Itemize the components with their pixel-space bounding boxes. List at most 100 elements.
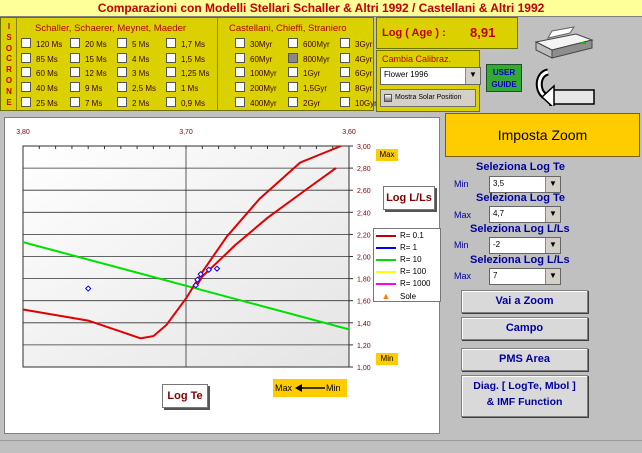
isochrone-checkbox-schaller[interactable]: 2 Ms [117,97,149,109]
checkbox-box[interactable] [166,67,176,77]
user-guide-button[interactable]: USER GUIDE [486,64,522,92]
isochrone-checkbox-castellani[interactable]: 1,5Gyr [288,82,327,94]
isochrone-checkbox-castellani[interactable]: 6Gyr [340,67,372,79]
return-arrow-icon[interactable] [532,66,596,110]
checkbox-box[interactable] [21,53,31,63]
checkbox-box[interactable] [117,97,127,107]
pms-area-button[interactable]: PMS Area [461,348,588,371]
schaller-group-title: Schaller, Schaerer, Meynet, Maeder [35,23,187,34]
calibration-select[interactable]: Flower 1996 ▼ [380,67,481,85]
checkbox-box[interactable] [166,97,176,107]
isochrone-checkbox-castellani[interactable]: 8Gyr [340,82,372,94]
isochrone-checkbox-schaller[interactable]: 4 Ms [117,53,149,65]
checkbox-box[interactable] [235,38,245,48]
select-log-l-label-2: Seleziona Log L/Ls [470,254,570,266]
checkbox-box[interactable] [70,38,80,48]
castellani-group-title: Castellani, Chieffi, Straniero [229,23,347,34]
isochrone-checkbox-schaller[interactable]: 120 Ms [21,38,62,50]
checkbox-box[interactable] [288,97,298,107]
checkbox-box[interactable] [21,67,31,77]
checkbox-box[interactable] [340,38,350,48]
isochrone-checkbox-schaller[interactable]: 3 Ms [117,67,149,79]
isochrone-checkbox-schaller[interactable]: 15 Ms [70,53,107,65]
isochrone-checkbox-schaller[interactable]: 60 Ms [21,67,58,79]
isochrone-checkbox-castellani[interactable]: 4Gyr [340,53,372,65]
isochrone-checkbox-castellani[interactable]: 30Myr [235,38,272,50]
checkbox-box[interactable] [117,67,127,77]
checkbox-box[interactable] [235,97,245,107]
isochrone-checkbox-schaller[interactable]: 0,9 Ms [166,97,205,109]
checkbox-box[interactable] [70,97,80,107]
checkbox-box[interactable] [70,53,80,63]
checkbox-box[interactable] [288,67,298,77]
isochrone-checkbox-castellani[interactable]: 800Myr [288,53,330,65]
isocrone-letter: S [6,32,12,42]
isochrone-checkbox-castellani[interactable]: 60Myr [235,53,272,65]
isochrone-checkbox-castellani[interactable]: 10Gyr [340,97,377,109]
checkbox-box[interactable] [166,38,176,48]
checkbox-box[interactable] [235,67,245,77]
legend-label: R= 1000 [400,279,431,288]
printer-icon[interactable] [530,24,596,64]
isochrone-checkbox-castellani[interactable]: 1Gyr [288,67,320,79]
go-to-zoom-button[interactable]: Vai a Zoom [461,290,588,313]
checkbox-box[interactable] [235,53,245,63]
isocrone-vertical-label: ISOCRONE [1,18,17,110]
campo-button[interactable]: Campo [461,317,588,340]
te-max-value: 4,7 [493,209,505,218]
isochrone-checkbox-castellani[interactable]: 400Myr [235,97,277,109]
checkbox-box[interactable] [340,53,350,63]
checkbox-box[interactable] [117,38,127,48]
isochrone-checkbox-schaller[interactable]: 1,7 Ms [166,38,205,50]
checkbox-box[interactable] [235,82,245,92]
chevron-down-icon: ▼ [545,177,560,192]
isochrone-checkbox-castellani[interactable]: 3Gyr [340,38,372,50]
isochrone-checkbox-schaller[interactable]: 85 Ms [21,53,58,65]
isochrone-checkbox-schaller[interactable]: 2,5 Ms [117,82,156,94]
select-log-te-label-2: Seleziona Log Te [476,192,566,204]
ll-max-select[interactable]: 7 ▼ [489,268,561,285]
checkbox-box[interactable] [70,67,80,77]
checkbox-box[interactable] [21,97,31,107]
isochrone-checkbox-schaller[interactable]: 1,25 Ms [166,67,209,79]
te-max-select[interactable]: 4,7 ▼ [489,206,561,223]
isochrone-checkbox-schaller[interactable]: 12 Ms [70,67,107,79]
hr-diagram-chart: 3,00 2,80 2,60 2,40 2,20 2,00 1,80 1,60 1,40 1,20… [4,117,441,434]
te-min-select[interactable]: 3,5 ▼ [489,176,561,193]
isochrone-checkbox-schaller[interactable]: 7 Ms [70,97,102,109]
checkbox-label: 6Gyr [355,69,373,78]
checkbox-label: 20 Ms [85,40,107,49]
isochrone-checkbox-castellani[interactable]: 100Myr [235,67,277,79]
ll-min-select[interactable]: -2 ▼ [489,237,561,254]
user-guide-label: USER GUIDE [491,68,517,89]
legend-entry: R= 100 [376,266,426,278]
isochrone-checkbox-schaller[interactable]: 40 Ms [21,82,58,94]
checkbox-box[interactable] [21,38,31,48]
checkbox-box[interactable] [340,82,350,92]
diag-imf-line1: Diag. [ LogTe, Mbol ] [473,380,576,392]
x-direction-min: Min [326,383,341,393]
checkbox-box[interactable] [288,38,298,48]
checkbox-box[interactable] [117,82,127,92]
checkbox-box[interactable] [340,67,350,77]
checkbox-box[interactable] [288,82,298,92]
isochrone-checkbox-castellani[interactable]: 600Myr [288,38,330,50]
isochrone-checkbox-schaller[interactable]: 25 Ms [21,97,58,109]
checkbox-box[interactable] [21,82,31,92]
show-solar-position-button[interactable]: Mostra Solar Position [380,89,476,107]
isochrone-checkbox-schaller[interactable]: 1,5 Ms [166,53,205,65]
isochrone-checkbox-schaller[interactable]: 5 Ms [117,38,149,50]
isochrone-checkbox-castellani[interactable]: 200Myr [235,82,277,94]
checkbox-box[interactable] [70,82,80,92]
checkbox-box[interactable] [288,53,298,63]
diag-imf-button[interactable]: Diag. [ LogTe, Mbol ] & IMF Function [461,375,588,417]
isochrone-checkbox-schaller[interactable]: 9 Ms [70,82,102,94]
checkbox-box[interactable] [166,53,176,63]
isochrone-checkbox-schaller[interactable]: 20 Ms [70,38,107,50]
checkbox-box[interactable] [117,53,127,63]
isochrone-checkbox-schaller[interactable]: 1 Ms [166,82,198,94]
isochrone-checkbox-castellani[interactable]: 2Gyr [288,97,320,109]
checkbox-box[interactable] [166,82,176,92]
y-min-label: Min [376,353,398,365]
checkbox-box[interactable] [340,97,350,107]
